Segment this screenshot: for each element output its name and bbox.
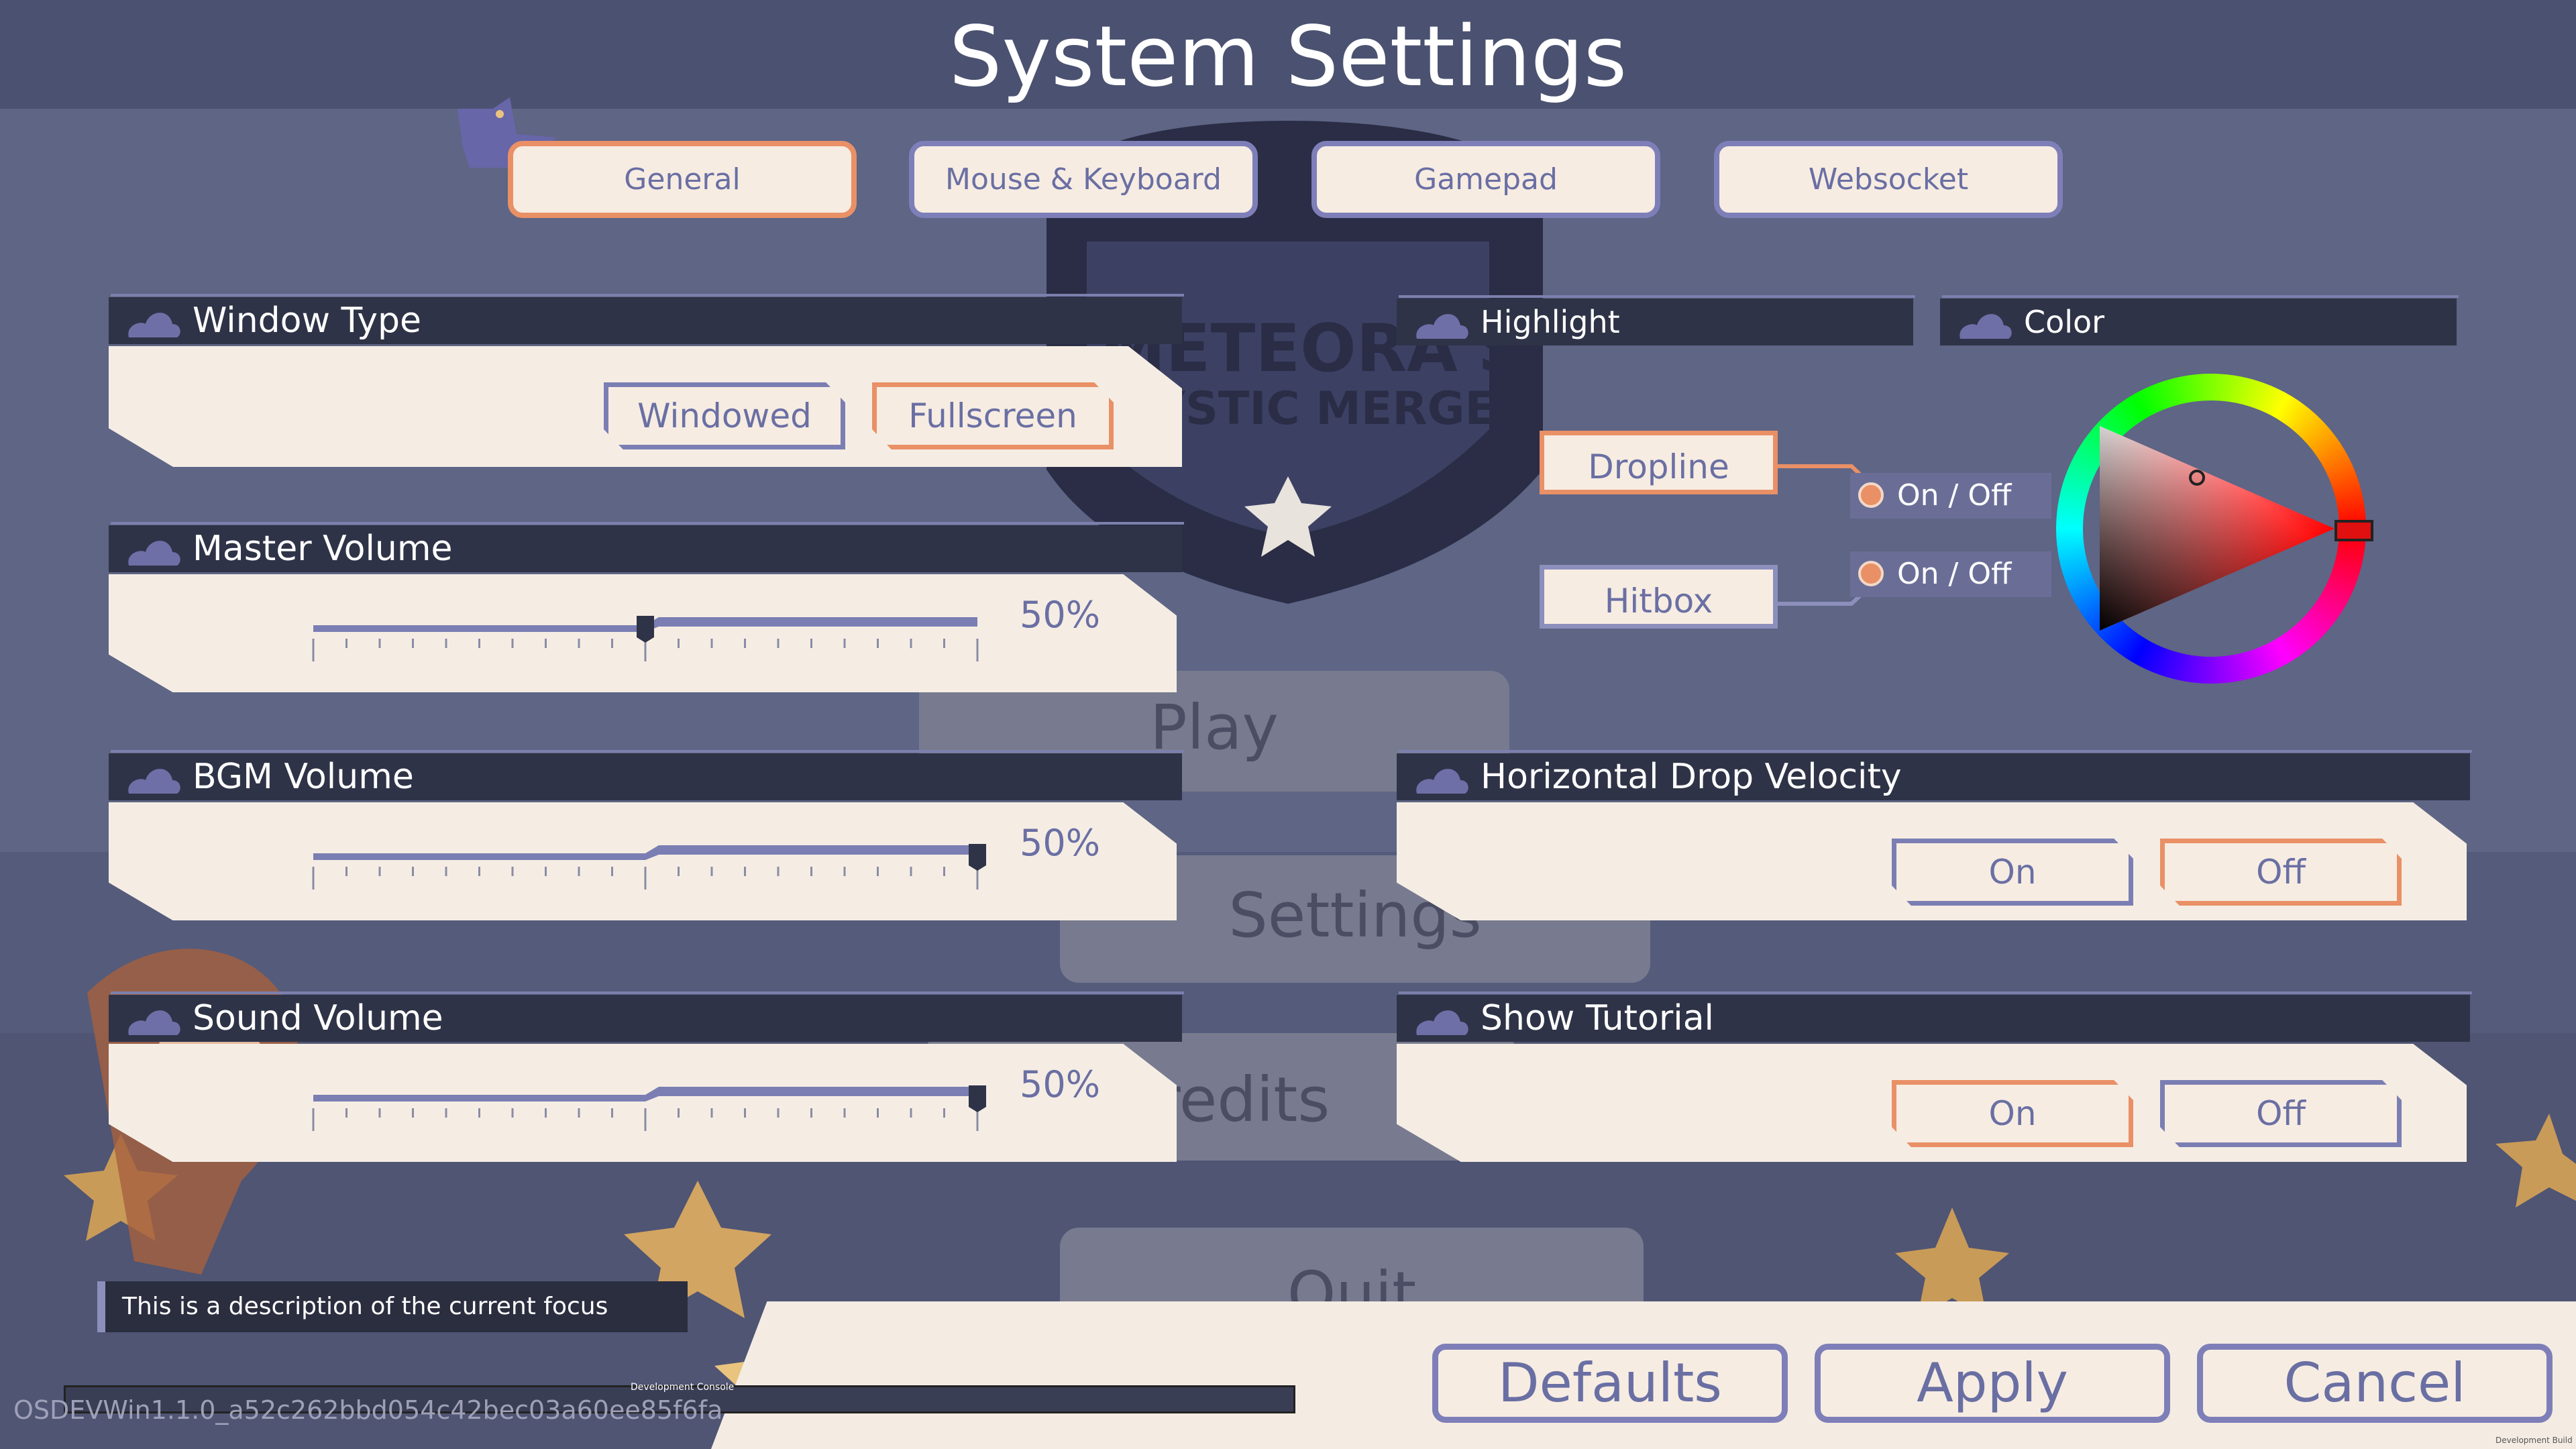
sound-volume-value: 50% [1020,1063,1101,1106]
sound-volume-rule [111,991,1184,994]
hitbox-toggle-label: On / Off [1897,557,2012,591]
windowed-button[interactable]: Windowed [604,382,845,449]
highlight-header: Highlight [1397,299,1913,345]
cloud-hat-icon [128,769,180,794]
window-type-header: Window Type [109,297,1182,344]
color-rule [1942,295,2459,298]
defaults-button[interactable]: Defaults [1432,1344,1788,1423]
tutorial-label: Show Tutorial [1481,998,1715,1038]
cloud-hat-icon [128,313,180,337]
highlight-rule [1399,295,1915,298]
slider-handle[interactable] [969,1085,986,1112]
color-triangle[interactable] [2093,416,2348,644]
page-title: System Settings [949,9,1627,105]
hdv-off-button[interactable]: Off [2160,839,2402,906]
tab-gamepad[interactable]: Gamepad [1311,141,1660,218]
tab-websocket[interactable]: Websocket [1714,141,2063,218]
build-string: OSDEVWin1.1.0_a52c262bbd054c42bec03a60ee… [13,1395,723,1425]
dev-build-label: Development Build [2496,1436,2573,1445]
dropline-toggle[interactable]: On / Off [1850,473,2051,519]
hue-selector-handle[interactable] [2334,520,2373,541]
color-header: Color [1940,299,2457,345]
sound-volume-slider[interactable] [305,1067,986,1140]
bgm-volume-label: BGM Volume [193,757,414,797]
color-label: Color [2024,304,2105,340]
master-volume-value: 50% [1020,594,1101,636]
hdv-on-button[interactable]: On [1892,839,2133,906]
dropline-toggle-label: On / Off [1897,478,2012,513]
focus-description: This is a description of the current foc… [97,1281,688,1332]
cloud-hat-icon [1416,1010,1468,1035]
bgm-volume-slider[interactable] [305,825,986,899]
master-volume-label: Master Volume [193,529,453,569]
slider-handle[interactable] [637,616,654,643]
master-volume-slider[interactable] [305,597,986,671]
tutorial-header: Show Tutorial [1397,995,2470,1042]
cloud-hat-icon [1960,314,2012,339]
window-type-rule [111,294,1184,297]
hitbox-toggle[interactable]: On / Off [1850,551,2051,597]
window-type-label: Window Type [193,301,421,341]
cloud-hat-icon [1416,314,1468,339]
hdv-label: Horizontal Drop Velocity [1481,757,1902,797]
console-label: Development Console [631,1382,735,1393]
slider-handle[interactable] [969,844,986,871]
tutorial-on-button[interactable]: On [1892,1080,2133,1147]
slider-track[interactable] [313,845,977,860]
cloud-hat-icon [128,1010,180,1035]
tutorial-rule [1399,991,2472,994]
cloud-hat-icon [128,541,180,566]
cloud-hat-icon [1416,769,1468,794]
cancel-button[interactable]: Cancel [2197,1344,2553,1423]
bgm-volume-rule [111,750,1184,753]
toggle-dot-icon [1858,561,1884,586]
tab-general[interactable]: General [508,141,857,218]
bgm-volume-value: 50% [1020,822,1101,864]
sound-volume-header: Sound Volume [109,995,1182,1042]
master-volume-rule [111,522,1184,525]
dropline-button[interactable]: Dropline [1540,431,1778,494]
hdv-header: Horizontal Drop Velocity [1397,753,2470,800]
hdv-rule [1399,750,2472,753]
hitbox-button[interactable]: Hitbox [1540,565,1778,629]
tab-mouse-keyboard[interactable]: Mouse & Keyboard [909,141,1258,218]
master-volume-header: Master Volume [109,525,1182,572]
sound-volume-label: Sound Volume [193,998,443,1038]
bgm-volume-header: BGM Volume [109,753,1182,800]
apply-button[interactable]: Apply [1815,1344,2170,1423]
tutorial-off-button[interactable]: Off [2160,1080,2402,1147]
slider-track[interactable] [313,1087,977,1102]
fullscreen-button[interactable]: Fullscreen [872,382,1114,449]
toggle-dot-icon [1858,482,1884,508]
highlight-label: Highlight [1481,304,1620,340]
